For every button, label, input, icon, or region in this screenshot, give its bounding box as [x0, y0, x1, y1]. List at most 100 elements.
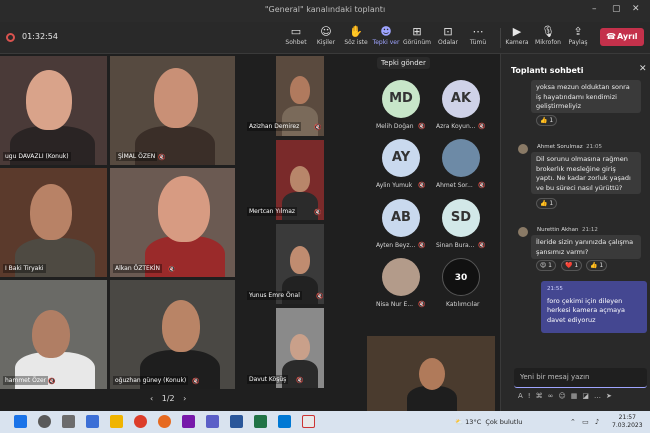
participant-avatar[interactable]: AB: [382, 199, 420, 237]
minimize-icon[interactable]: –: [592, 4, 597, 14]
participants-label: Katılımcılar: [446, 301, 480, 308]
excel-icon[interactable]: [254, 415, 267, 428]
app-icon[interactable]: [302, 415, 315, 428]
muted-mic-icon: 🔇: [418, 123, 426, 130]
rooms-icon: ⊡: [443, 25, 453, 38]
sender-avatar: [518, 227, 528, 237]
teams-icon[interactable]: [206, 415, 219, 428]
chat-button[interactable]: ▭ Sohbet: [279, 25, 313, 46]
participant-name: oğuzhan güney (Konuk): [113, 376, 189, 385]
share-button[interactable]: ⇪ Paylaş: [561, 25, 595, 46]
reaction-badge[interactable]: ❤️ 1: [561, 260, 583, 271]
outlook-icon[interactable]: [278, 415, 291, 428]
tile-label-container: Davut Köşüş 🔇: [244, 373, 324, 385]
video-tile[interactable]: Alkan ÖZTEKİN 🔇: [110, 168, 235, 277]
teams-meeting-window: "General" kanalındaki toplantı – ▢ ✕ 01:…: [0, 0, 650, 433]
layout-button[interactable]: ⊞ Görünüm: [400, 25, 434, 46]
attach-icon[interactable]: ⌘: [536, 392, 548, 400]
loop-icon[interactable]: ∞: [548, 392, 559, 400]
chrome-icon[interactable]: [134, 415, 147, 428]
taskbar-clock[interactable]: 21:57 7.03.2023: [612, 414, 643, 430]
meeting-toolbar: 01:32:54 ▭ Sohbet ☺ Kişiler ✋ Söz iste ☻…: [0, 22, 650, 54]
camera-button[interactable]: ▶ Kamera: [500, 25, 534, 46]
muted-mic-icon: 🔇: [478, 242, 486, 249]
video-tile[interactable]: ŞİMAL ÖZEN 🔇: [110, 56, 235, 165]
participant-name: Ayten Beyz...: [376, 242, 416, 249]
participant-name: I Baki Tiryaki: [3, 264, 46, 273]
participant-avatar[interactable]: MD: [382, 80, 420, 118]
close-chat-icon[interactable]: ✕: [639, 64, 647, 74]
muted-mic-icon: 🔇: [48, 378, 56, 385]
people-button[interactable]: ☺ Kişiler: [309, 25, 343, 46]
raise-hand-button[interactable]: ✋ Söz iste: [339, 25, 373, 46]
window-title: "General" kanalındaki toplantı: [264, 5, 386, 14]
participant-avatar[interactable]: SD: [442, 199, 480, 237]
video-tile[interactable]: hammet Özer 🔇: [0, 280, 107, 389]
people-icon: ☺: [320, 25, 332, 38]
more-options-icon[interactable]: …: [594, 392, 606, 400]
maximize-icon[interactable]: ▢: [612, 4, 621, 14]
muted-mic-icon: 🔇: [158, 154, 166, 161]
hangup-icon: ☎: [606, 32, 616, 41]
system-tray[interactable]: ⌃ ▭ ♪: [570, 418, 601, 426]
prev-page-icon[interactable]: ‹: [150, 394, 153, 403]
muted-mic-icon: 🔇: [168, 266, 176, 273]
emoji-icon[interactable]: ☺: [558, 392, 570, 400]
participant-avatar[interactable]: AY: [382, 139, 420, 177]
sticker-icon[interactable]: ◪: [582, 392, 594, 400]
more-button[interactable]: ⋯ Tümü: [461, 25, 495, 46]
participant-avatar-photo[interactable]: [442, 139, 480, 177]
word-icon[interactable]: [230, 415, 243, 428]
muted-mic-icon: 🔇: [192, 378, 200, 385]
search-icon[interactable]: [38, 415, 51, 428]
recording-icon: [6, 33, 15, 42]
my-chat-message: 21:55 foro çekimi için dileyen herkesi k…: [541, 281, 647, 333]
participant-avatar[interactable]: AK: [442, 80, 480, 118]
windows-taskbar: ⛅ 13°C Çok bulutlu ⌃ ▭ ♪ 21:57 7.03.2023: [0, 411, 650, 433]
gallery-pager: ‹ 1/2 ›: [150, 394, 186, 403]
file-explorer-icon[interactable]: [110, 415, 123, 428]
firefox-icon[interactable]: [158, 415, 171, 428]
muted-mic-icon: 🔇: [478, 182, 486, 189]
rooms-button[interactable]: ⊡ Odalar: [431, 25, 465, 46]
microphone-button[interactable]: 🎙 Mikrofon: [531, 25, 565, 46]
reaction-icon: ☻: [380, 25, 392, 38]
format-icon[interactable]: A: [518, 392, 528, 400]
reaction-button[interactable]: ☻ Tepki ver: [369, 25, 403, 46]
priority-icon[interactable]: !: [528, 392, 536, 400]
store-icon[interactable]: [86, 415, 99, 428]
muted-mic-icon: 🔇: [418, 301, 426, 308]
participant-avatar-photo[interactable]: [382, 258, 420, 296]
participant-name: Yunus Emre Önal: [247, 291, 302, 300]
chat-message: İleride sizin yanınızda çalışma şansımız…: [531, 235, 641, 259]
reaction-badge[interactable]: 😍 1: [536, 260, 556, 271]
close-icon[interactable]: ✕: [632, 4, 640, 14]
microphone-icon: 🎙: [541, 25, 555, 38]
reaction-badge[interactable]: 👍 1: [586, 260, 608, 271]
chat-icon: ▭: [290, 25, 302, 38]
next-page-icon[interactable]: ›: [183, 394, 186, 403]
participant-count-bubble[interactable]: 30: [442, 258, 480, 296]
participant-name: Alkan ÖZTEKİN: [113, 264, 163, 273]
more-icon: ⋯: [472, 25, 484, 38]
task-view-icon[interactable]: [62, 415, 75, 428]
reaction-badge[interactable]: 👍 1: [536, 115, 558, 126]
gif-icon[interactable]: ▦: [571, 392, 583, 400]
leave-button[interactable]: ☎ Ayrıl: [600, 28, 644, 46]
compose-message-input[interactable]: Yeni bir mesaj yazın: [514, 368, 647, 388]
weather-widget[interactable]: ⛅ 13°C Çok bulutlu: [455, 418, 522, 426]
start-icon[interactable]: [14, 415, 27, 428]
hand-icon: ✋: [349, 25, 363, 38]
participant-name: Mertcan Yılmaz: [247, 207, 298, 216]
video-tile[interactable]: oğuzhan güney (Konuk) 🔇: [110, 280, 235, 389]
share-icon: ⇪: [573, 25, 583, 38]
video-tile[interactable]: I Baki Tiryaki: [0, 168, 107, 277]
send-icon[interactable]: ➤: [606, 392, 617, 400]
muted-mic-icon: 🔇: [314, 209, 322, 216]
reaction-tooltip: Tepki gönder: [377, 57, 430, 69]
video-tile[interactable]: ugu DAVAZLI (Konuk): [0, 56, 107, 165]
self-video-preview[interactable]: [367, 336, 495, 411]
onenote-icon[interactable]: [182, 415, 195, 428]
reaction-badge[interactable]: 👍 1: [536, 198, 558, 209]
participant-name: Ahmet Sor...: [436, 182, 473, 189]
